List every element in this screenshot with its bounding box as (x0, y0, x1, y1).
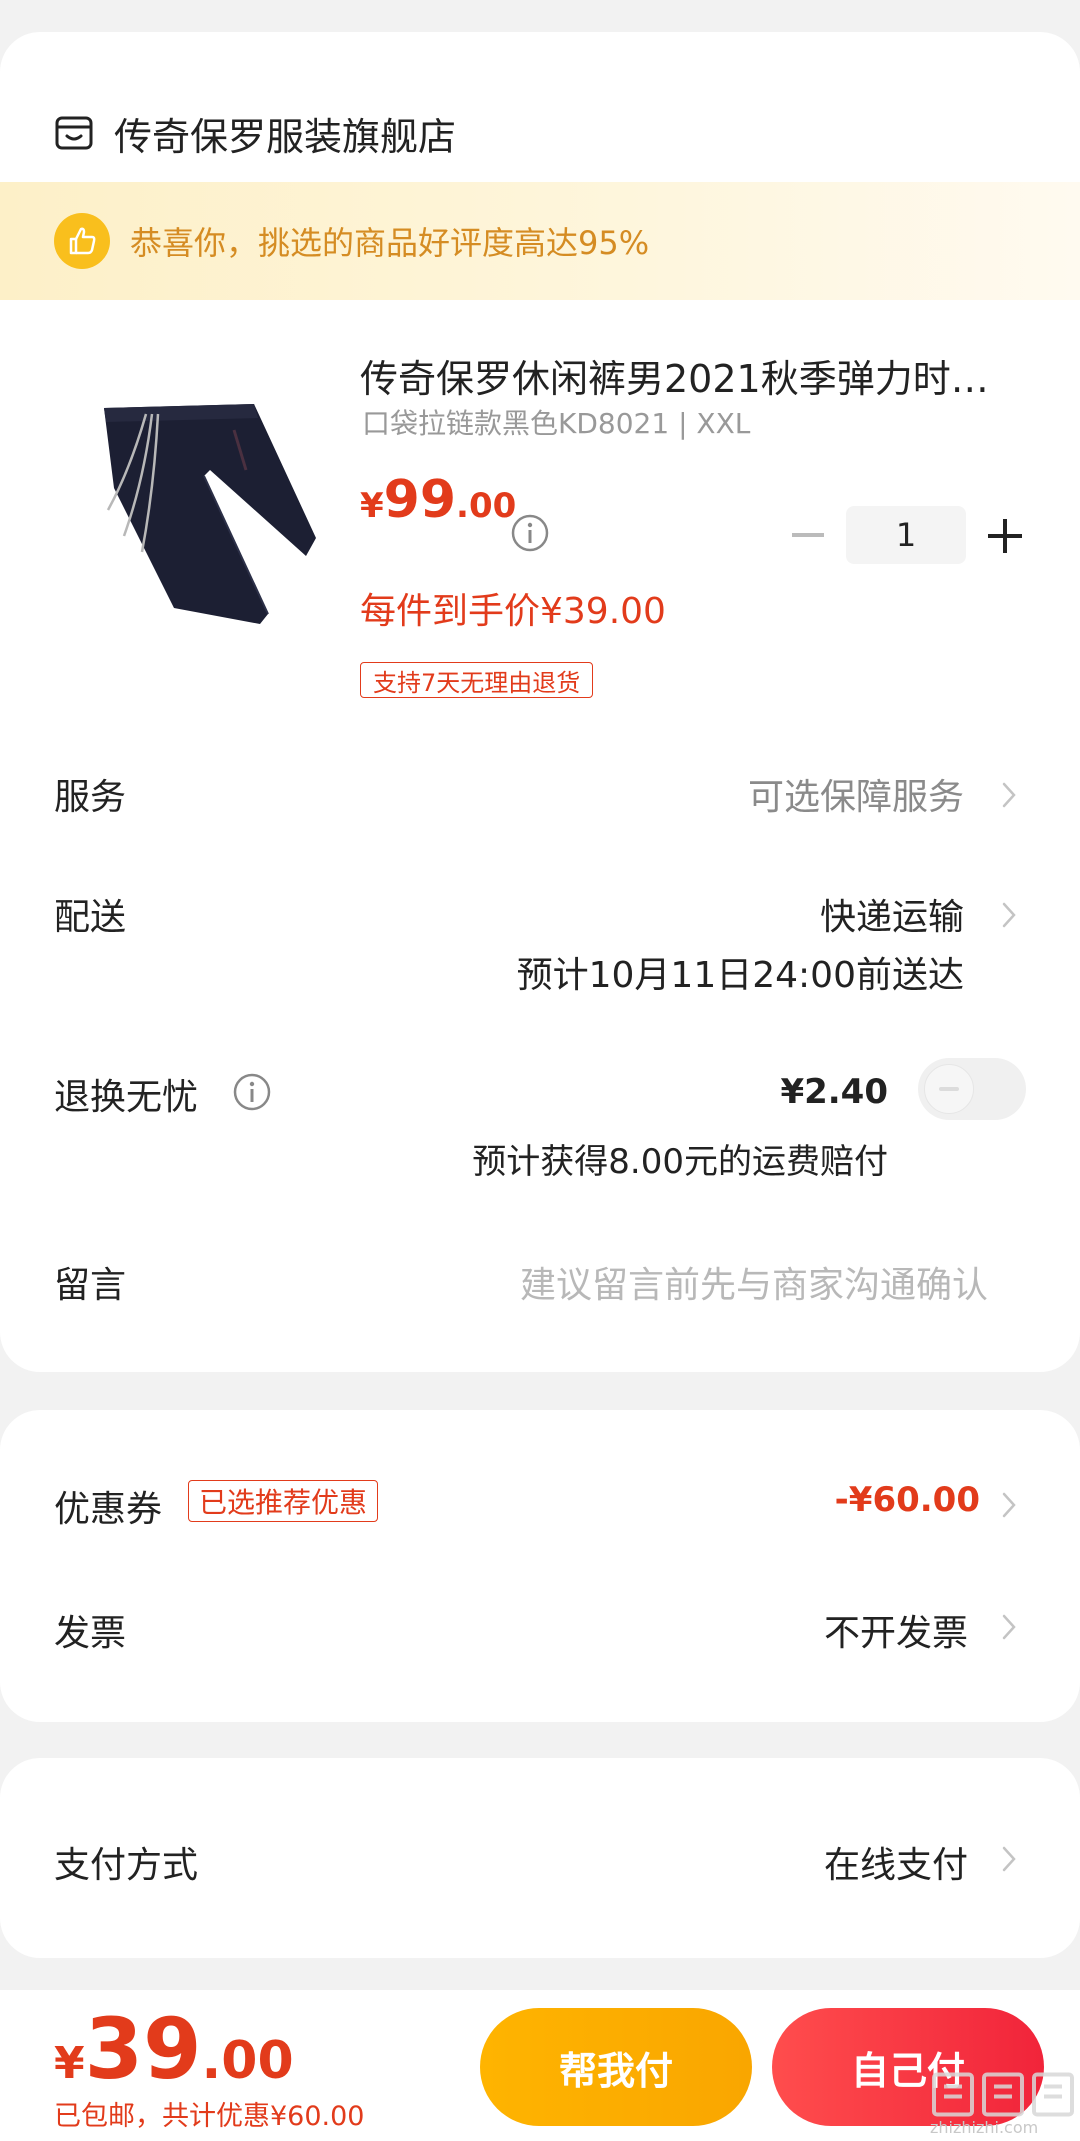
coupon-value[interactable]: -¥60.00 (835, 1480, 980, 1520)
invoice-label: 发票 (54, 1613, 127, 1654)
store-name[interactable]: 传奇保罗服装旗舰店 (114, 106, 456, 161)
unit-price: 每件到手价¥39.00 (360, 591, 666, 632)
price-decimal: .00 (456, 486, 517, 526)
return-worry-label: 退换无忧 (54, 1077, 199, 1118)
total-symbol: ¥ (54, 2038, 85, 2089)
delivery-label: 配送 (54, 897, 127, 938)
service-label: 服务 (54, 777, 127, 818)
message-input[interactable]: 建议留言前先与商家沟通确认 (520, 1256, 988, 1308)
delivery-method[interactable]: 快递运输 (820, 888, 964, 940)
delivery-eta: 预计10月11日24:00前送达 (516, 955, 964, 996)
chevron-right-icon[interactable] (1000, 780, 1018, 810)
minus-icon (792, 533, 824, 537)
price-info-icon[interactable] (510, 513, 550, 553)
product-spec[interactable]: 口袋拉链款黑色KD8021 | XXL (362, 402, 750, 442)
coupon-label: 优惠券 (54, 1489, 163, 1530)
service-value[interactable]: 可选保障服务 (748, 768, 964, 820)
total-decimal: .00 (201, 2031, 294, 2091)
message-label: 留言 (54, 1265, 127, 1306)
chevron-right-icon[interactable] (1000, 1612, 1018, 1642)
rating-banner-text: 恭喜你，挑选的商品好评度高达95% (130, 224, 650, 262)
chevron-right-icon[interactable] (1000, 900, 1018, 930)
payment-value[interactable]: 在线支付 (824, 1836, 968, 1888)
plus-icon (988, 519, 1022, 553)
quantity-input[interactable]: 1 (846, 506, 966, 564)
total-integer: 39 (84, 2000, 202, 2098)
store-header[interactable]: 传奇保罗服装旗舰店 (54, 100, 456, 166)
quantity-decrease-button[interactable] (788, 515, 828, 555)
watermark-text: zhizhizhi.com (930, 2118, 1039, 2137)
invoice-value[interactable]: 不开发票 (824, 1604, 968, 1656)
total-summary: 已包邮，共计优惠¥60.00 (54, 2101, 365, 2132)
return-worry-toggle[interactable] (918, 1058, 1026, 1120)
thumbs-up-icon (54, 213, 110, 269)
quantity-increase-button[interactable] (984, 515, 1026, 557)
return-worry-price: ¥2.40 (780, 1072, 888, 1112)
product-title[interactable]: 传奇保罗休闲裤男2021秋季弹力时尚... (360, 348, 1020, 403)
help-pay-button[interactable]: 帮我付 (480, 2008, 752, 2126)
return-worry-info-icon[interactable] (232, 1072, 272, 1112)
store-icon (55, 116, 93, 150)
rating-banner: 恭喜你，挑选的商品好评度高达95% (0, 182, 1080, 300)
discount-card (0, 1410, 1080, 1722)
chevron-right-icon[interactable] (1000, 1844, 1018, 1874)
total-price: ¥ 39 .00 (54, 2000, 294, 2098)
price-symbol: ¥ (360, 486, 384, 526)
chevron-right-icon[interactable] (1000, 1490, 1018, 1520)
price-integer: 99 (383, 470, 457, 530)
coupon-tag: 已选推荐优惠 (188, 1480, 379, 1522)
return-worry-note: 预计获得8.00元的运费赔付 (472, 1142, 888, 1182)
toggle-knob (924, 1064, 974, 1114)
payment-label: 支付方式 (54, 1845, 199, 1886)
return-policy-tag: 支持7天无理由退货 (360, 662, 594, 698)
product-price: ¥ 99 .00 (360, 470, 516, 530)
product-image[interactable] (54, 360, 334, 660)
